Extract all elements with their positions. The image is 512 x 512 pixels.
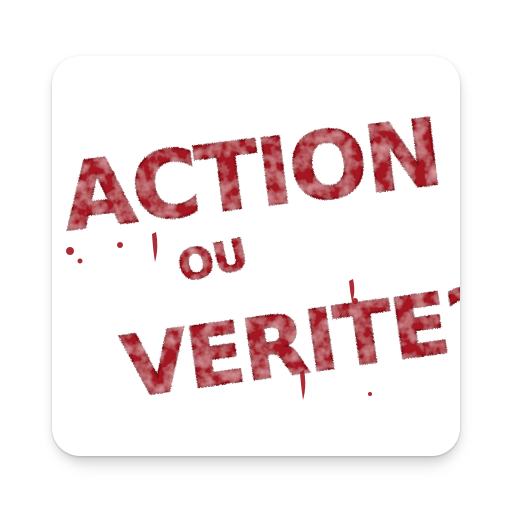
- launcher-stage: ACTION OU VERITE?: [0, 0, 512, 512]
- title-ou: OU: [174, 229, 252, 291]
- app-logo: ACTION OU VERITE?: [56, 98, 460, 418]
- title-verite: VERITE?: [117, 268, 460, 417]
- app-icon[interactable]: ACTION OU VERITE?: [52, 56, 460, 456]
- title-action: ACTION: [57, 99, 446, 251]
